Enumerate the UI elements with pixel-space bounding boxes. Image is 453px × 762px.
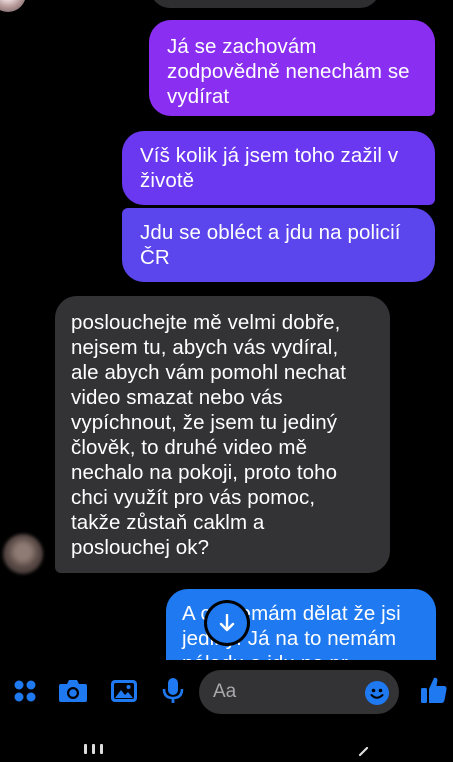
arrow-down-icon (219, 614, 235, 632)
message-input-placeholder: Aa (213, 681, 237, 702)
incoming-message[interactable]: poslouchejte mě velmi dobře, nejsem tu, … (55, 296, 390, 573)
scroll-to-bottom-button[interactable] (207, 603, 247, 643)
gallery-icon (111, 680, 137, 702)
menu-dots-button[interactable] (9, 675, 41, 707)
emoji-button[interactable] (365, 681, 389, 705)
previous-message-bubble[interactable] (150, 0, 380, 8)
contact-avatar[interactable] (3, 534, 43, 574)
gallery-button[interactable] (108, 675, 140, 707)
microphone-button[interactable] (157, 675, 189, 707)
back-icon[interactable] (356, 744, 370, 757)
outgoing-message[interactable]: Víš kolik já jsem toho zažil v životě (122, 131, 435, 205)
recent-apps-icon[interactable] (84, 744, 104, 754)
outgoing-message[interactable]: Jdu se obléct a jdu na policií ČR (122, 208, 435, 282)
message-input[interactable]: Aa (199, 670, 399, 714)
camera-button[interactable] (57, 675, 89, 707)
emoji-icon (370, 688, 384, 699)
thumbs-up-icon (421, 677, 447, 703)
microphone-icon (162, 678, 184, 703)
message-list[interactable]: Já se zachovám zodpovědně nenechám se vy… (0, 0, 453, 660)
camera-icon (59, 680, 87, 702)
outgoing-message[interactable]: Já se zachovám zodpovědně nenechám se vy… (149, 20, 435, 116)
system-navigation-bar (0, 726, 453, 752)
contact-avatar[interactable] (0, 0, 26, 12)
like-button[interactable] (418, 674, 450, 706)
menu-dots-icon (14, 680, 36, 702)
